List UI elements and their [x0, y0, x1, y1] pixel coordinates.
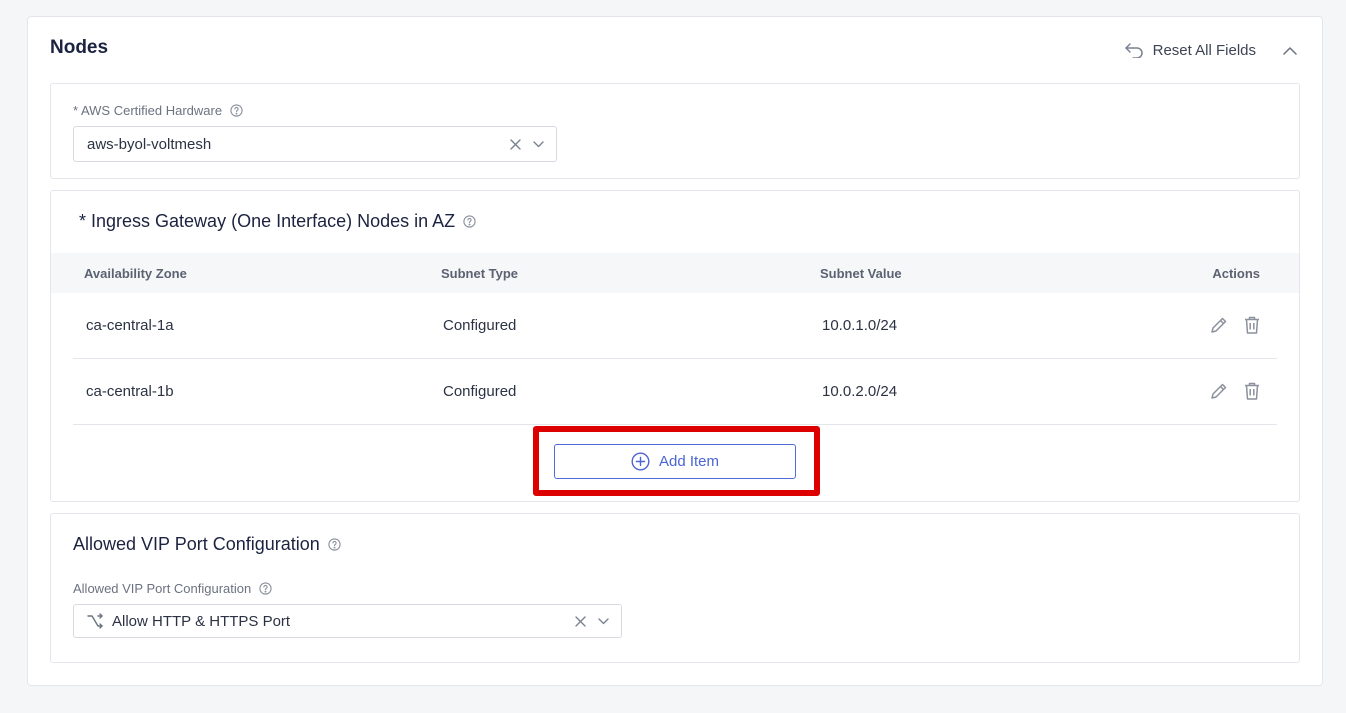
vip-field-label: Allowed VIP Port Configuration — [73, 581, 272, 596]
vip-label-text: Allowed VIP Port Configuration — [73, 581, 252, 596]
vip-port-select[interactable]: Allow HTTP & HTTPS Port — [73, 604, 622, 638]
hardware-select[interactable]: aws-byol-voltmesh — [73, 126, 557, 162]
chevron-up-icon — [1283, 47, 1297, 55]
vip-section-title: Allowed VIP Port Configuration — [73, 534, 341, 555]
delete-trash-icon[interactable] — [1243, 315, 1261, 335]
help-icon[interactable] — [463, 215, 476, 228]
hardware-select-value: aws-byol-voltmesh — [87, 135, 212, 153]
ingress-nodes-section: * Ingress Gateway (One Interface) Nodes … — [50, 190, 1300, 502]
cell-availability-zone: ca-central-1a — [86, 317, 174, 334]
table-row: ca-central-1a Configured 10.0.1.0/24 — [73, 293, 1277, 359]
plus-circle-icon — [631, 452, 650, 471]
cell-subnet-value: 10.0.1.0/24 — [822, 317, 898, 334]
undo-arrow-icon — [1124, 42, 1144, 58]
hardware-section: * AWS Certified Hardware aws-byol-voltme… — [50, 83, 1300, 179]
cell-availability-zone: ca-central-1b — [86, 383, 174, 400]
reset-all-fields-button[interactable]: Reset All Fields — [1124, 39, 1256, 61]
column-header-actions: Actions — [1212, 266, 1260, 281]
add-item-label: Add Item — [658, 453, 720, 470]
column-header-availability-zone: Availability Zone — [84, 266, 187, 281]
vip-port-section: Allowed VIP Port Configuration Allowed V… — [50, 513, 1300, 663]
help-icon[interactable] — [328, 538, 341, 551]
panel-title: Nodes — [50, 37, 109, 58]
vip-select-value: Allow HTTP & HTTPS Port — [112, 612, 291, 630]
hardware-field-label: * AWS Certified Hardware — [73, 103, 243, 118]
cell-subnet-value: 10.0.2.0/24 — [822, 383, 898, 400]
delete-trash-icon[interactable] — [1243, 381, 1261, 401]
help-icon[interactable] — [230, 104, 243, 117]
edit-pencil-icon[interactable] — [1209, 381, 1229, 401]
row-actions — [1209, 381, 1261, 401]
cell-subnet-type: Configured — [443, 383, 517, 400]
ingress-title-text: * Ingress Gateway (One Interface) Nodes … — [79, 211, 456, 231]
row-actions — [1209, 315, 1261, 335]
table-header: Availability Zone Subnet Type Subnet Val… — [51, 253, 1299, 293]
chevron-down-icon[interactable] — [533, 140, 544, 148]
table-row: ca-central-1b Configured 10.0.2.0/24 — [73, 359, 1277, 425]
reset-all-fields-label: Reset All Fields — [1152, 41, 1256, 59]
help-icon[interactable] — [259, 582, 272, 595]
collapse-button[interactable] — [1280, 41, 1300, 61]
edit-pencil-icon[interactable] — [1209, 315, 1229, 335]
cell-subnet-type: Configured — [443, 317, 517, 334]
nodes-panel: Nodes Reset All Fields * AWS Certified H… — [27, 16, 1323, 686]
clear-icon[interactable] — [510, 138, 521, 150]
clear-icon[interactable] — [575, 615, 586, 627]
chevron-down-icon[interactable] — [598, 617, 609, 625]
route-split-icon — [87, 613, 104, 629]
ingress-section-title: * Ingress Gateway (One Interface) Nodes … — [79, 211, 476, 232]
vip-title-text: Allowed VIP Port Configuration — [73, 534, 320, 554]
column-header-subnet-type: Subnet Type — [441, 266, 519, 281]
add-item-button[interactable]: Add Item — [554, 444, 796, 479]
hardware-label-text: * AWS Certified Hardware — [73, 103, 223, 118]
column-header-subnet-value: Subnet Value — [820, 266, 902, 281]
